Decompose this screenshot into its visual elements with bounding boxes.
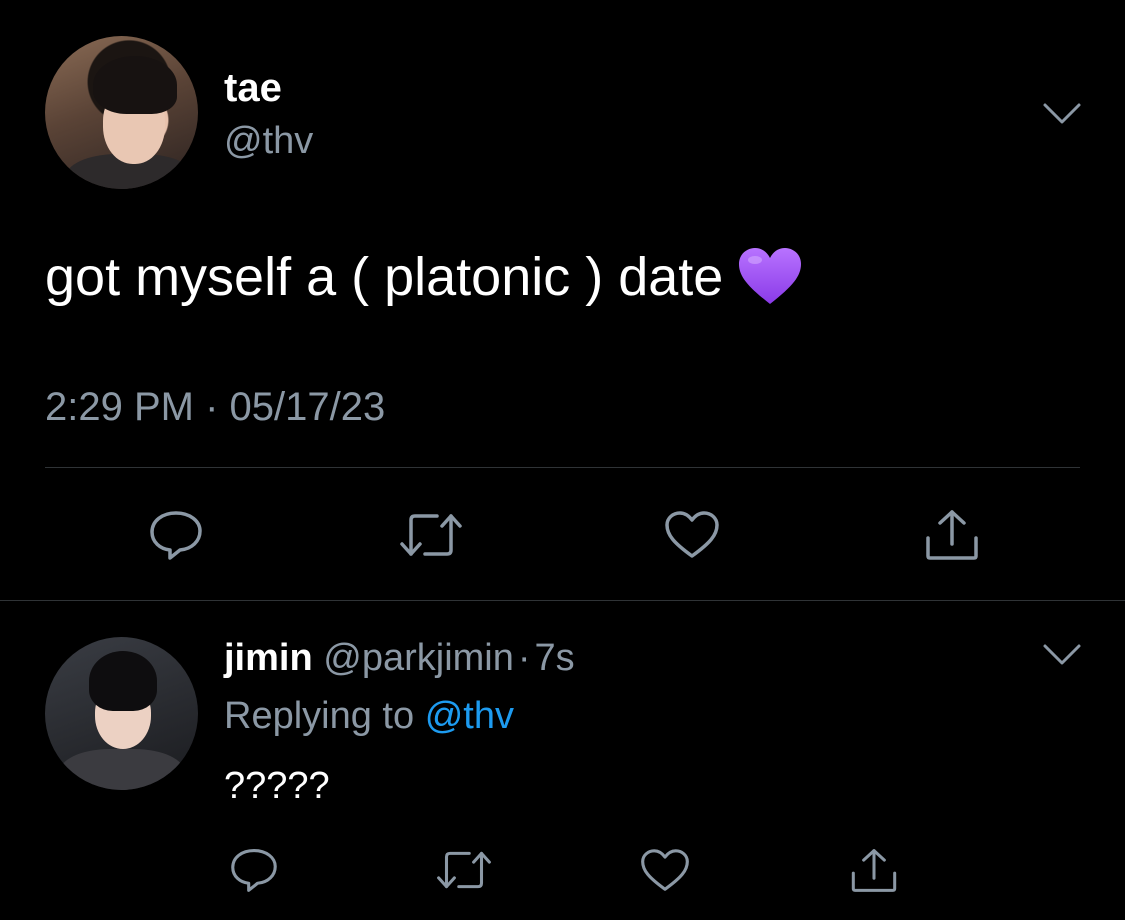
- tweet-actions: [0, 505, 1125, 565]
- avatar[interactable]: [45, 637, 198, 790]
- chevron-down-icon[interactable]: [1042, 102, 1082, 126]
- reply-header: jimin @parkjimin · 7s: [224, 634, 575, 682]
- share-icon[interactable]: [920, 505, 984, 565]
- like-icon[interactable]: [633, 840, 697, 900]
- main-tweet: tae @thv got myself a ( platonic ) date …: [0, 0, 1125, 600]
- reply-actions: [0, 840, 1125, 900]
- tweet-detail-screen: tae @thv got myself a ( platonic ) date …: [0, 0, 1125, 920]
- avatar-hair: [93, 56, 177, 114]
- replying-to-handle-link[interactable]: @thv: [425, 695, 514, 737]
- author-handle[interactable]: @thv: [224, 118, 313, 164]
- reply-display-name[interactable]: jimin: [224, 637, 313, 679]
- divider: [45, 467, 1080, 468]
- reply-time: 7s: [534, 637, 575, 679]
- separator-dot: ·: [517, 637, 531, 679]
- reply-icon[interactable]: [222, 840, 286, 900]
- like-icon[interactable]: [660, 505, 724, 565]
- tweet-timestamp[interactable]: 2:29 PM · 05/17/23: [45, 382, 385, 432]
- replying-to-label: Replying to: [224, 695, 415, 737]
- purple-heart-icon: [737, 246, 803, 308]
- author-display-name[interactable]: tae: [224, 64, 282, 112]
- tweet-text-content: got myself a ( platonic ) date: [45, 247, 724, 307]
- reply-icon[interactable]: [144, 505, 208, 565]
- retweet-icon[interactable]: [432, 840, 496, 900]
- divider: [0, 600, 1125, 601]
- reply-handle[interactable]: @parkjimin: [323, 637, 514, 679]
- retweet-icon[interactable]: [399, 505, 463, 565]
- avatar[interactable]: [45, 36, 198, 189]
- avatar-hair: [89, 651, 157, 711]
- avatar-shirt: [59, 749, 185, 790]
- chevron-down-icon[interactable]: [1042, 643, 1082, 667]
- reply-text: ?????: [224, 765, 330, 807]
- tweet-text: got myself a ( platonic ) date: [45, 244, 803, 312]
- share-icon[interactable]: [842, 840, 906, 900]
- replying-to: Replying to @thv: [224, 692, 514, 740]
